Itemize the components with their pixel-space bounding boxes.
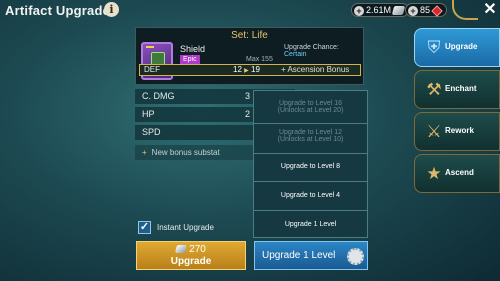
upgrade-cost: 270 bbox=[137, 244, 245, 256]
gems-counter[interactable]: +85 bbox=[405, 3, 448, 17]
substat-value: 2 bbox=[245, 109, 251, 119]
silver-icon bbox=[391, 6, 406, 16]
plus-icon: + bbox=[142, 148, 147, 157]
tab-label: Upgrade bbox=[445, 42, 478, 51]
dropdown-item-level-8[interactable]: Upgrade to Level 8 bbox=[254, 163, 367, 170]
crown-icon bbox=[146, 46, 154, 51]
instant-upgrade-label: Instant Upgrade bbox=[157, 223, 214, 232]
dropdown-item-level-4[interactable]: Upgrade to Level 4 bbox=[254, 192, 367, 199]
tab-upgrade[interactable]: ⛨ Upgrade bbox=[414, 28, 500, 67]
substat-label: C. DMG bbox=[142, 91, 175, 101]
upgrade-chance-value: Certain bbox=[284, 51, 307, 58]
star-helmet-icon: ★ bbox=[426, 164, 442, 183]
tab-ascend[interactable]: ★ Ascend bbox=[414, 154, 500, 193]
divider bbox=[254, 153, 367, 154]
set-label: Set: Life bbox=[231, 30, 268, 41]
substat-label: SPD bbox=[142, 127, 161, 137]
silver-icon bbox=[175, 245, 188, 254]
tab-label: Ascend bbox=[445, 168, 474, 177]
arrow-right-icon: ▶ bbox=[244, 68, 249, 74]
main-stat-from: 12 bbox=[233, 65, 242, 74]
dropdown-item-1-level[interactable]: Upgrade 1 Level bbox=[254, 221, 367, 228]
armor-icon: ⛨ bbox=[427, 38, 441, 57]
gems-amount: 85 bbox=[420, 5, 431, 15]
ascension-bonus: + Ascension Bonus bbox=[281, 65, 350, 74]
tab-label: Enchant bbox=[445, 84, 477, 93]
instant-upgrade-checkbox[interactable]: ✓ bbox=[138, 221, 151, 234]
dropdown-item-level-12: Upgrade to Level 12 (Unlocks at Level 10… bbox=[254, 129, 367, 143]
gem-icon bbox=[431, 4, 443, 17]
page-title: Artifact Upgrade bbox=[5, 3, 111, 18]
add-gems-icon[interactable]: + bbox=[408, 5, 418, 16]
hammer-wrench-icon: ⚔ bbox=[426, 122, 442, 141]
dropdown-item-note: (Unlocks at Level 20) bbox=[277, 107, 344, 114]
dropdown-item-note: (Unlocks at Level 10) bbox=[277, 136, 344, 143]
substat-value: 3 bbox=[245, 91, 251, 101]
main-stat-row: DEF 12 ▶ 19 + Ascension Bonus bbox=[139, 64, 361, 76]
silver-amount: 2.61M bbox=[366, 5, 392, 15]
upgrade-chance: Upgrade Chance: Certain bbox=[284, 44, 363, 58]
info-icon[interactable]: i bbox=[104, 2, 119, 17]
add-silver-icon[interactable]: + bbox=[354, 5, 364, 16]
main-stat-change: 12 ▶ 19 bbox=[233, 65, 260, 76]
new-substat-label: New bonus substat bbox=[151, 148, 220, 157]
divider bbox=[254, 181, 367, 182]
upgrade-level-dropdown: Upgrade to Level 16 (Unlocks at Level 20… bbox=[253, 90, 368, 238]
close-icon[interactable]: ✕ bbox=[480, 0, 500, 20]
divider bbox=[254, 123, 367, 124]
upgrade-cost-value: 270 bbox=[189, 244, 206, 255]
rarity-badge: Epic bbox=[180, 55, 200, 64]
divider bbox=[254, 210, 367, 211]
tab-rework[interactable]: ⚔ Rework bbox=[414, 112, 500, 151]
top-bar: Artifact Upgrade i +2.61M +85 ✕ bbox=[0, 0, 500, 20]
upgrade-level-label: Upgrade 1 Level bbox=[262, 250, 336, 261]
upgrade-chance-label: Upgrade Chance: bbox=[284, 44, 339, 51]
dropdown-item-text: Upgrade to Level 12 bbox=[278, 129, 343, 136]
silver-counter[interactable]: +2.61M bbox=[351, 3, 410, 17]
tab-enchant[interactable]: ⚒ Enchant bbox=[414, 70, 500, 109]
dropdown-item-level-16: Upgrade to Level 16 (Unlocks at Level 20… bbox=[254, 100, 367, 114]
frame-ornament bbox=[452, 0, 478, 20]
dropdown-item-text: Upgrade to Level 16 bbox=[278, 100, 343, 107]
substat-label: HP bbox=[142, 109, 155, 119]
upgrade-button[interactable]: 270 Upgrade bbox=[136, 241, 246, 270]
anvil-icon: ⚒ bbox=[426, 80, 442, 99]
gear-icon[interactable] bbox=[347, 248, 364, 265]
upgrade-level-button[interactable]: Upgrade 1 Level bbox=[254, 241, 368, 270]
artifact-card: Set: Life ★★★★★ Shield Epic Upgrade Chan… bbox=[135, 27, 364, 85]
tab-label: Rework bbox=[445, 126, 474, 135]
main-stat-label: DEF bbox=[144, 65, 160, 74]
upgrade-button-label: Upgrade bbox=[170, 256, 212, 267]
max-level: Max 155 bbox=[246, 56, 273, 63]
artifact-name: Shield bbox=[180, 44, 206, 54]
main-stat-to: 19 bbox=[251, 65, 260, 74]
